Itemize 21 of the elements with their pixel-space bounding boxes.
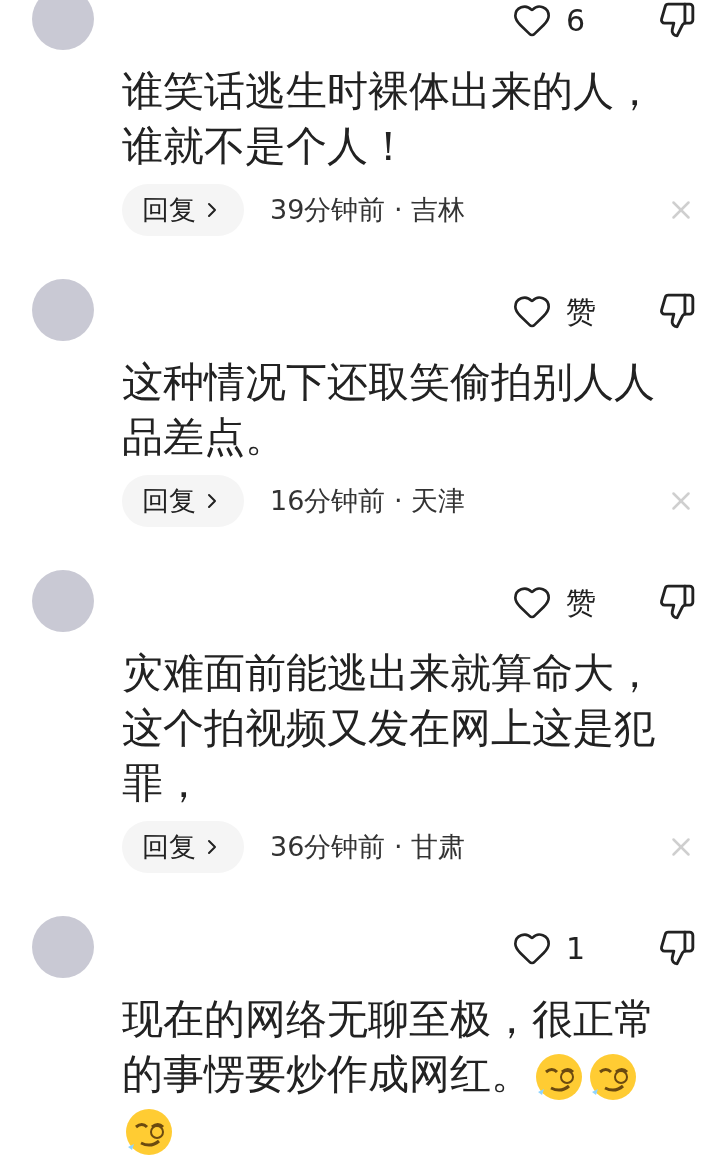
dislike-icon[interactable]	[658, 583, 696, 621]
dislike-icon[interactable]	[658, 929, 696, 967]
like-count: 赞	[566, 292, 597, 331]
reply-button[interactable]: 回复	[122, 821, 244, 873]
comment-time: 39分钟前 · 吉林	[270, 192, 466, 227]
comment-text: 现在的网络无聊至极，很正常的事愣要炒作成网红。	[122, 992, 670, 1155]
comment-time: 16分钟前 · 天津	[270, 483, 466, 518]
dislike-icon[interactable]	[658, 292, 696, 330]
smirk-emoji-icon	[588, 1052, 638, 1102]
like-count: 6	[566, 1, 587, 40]
comment-text: 灾难面前能逃出来就算命大，这个拍视频又发在网上这是犯罪，	[122, 648, 656, 809]
like-count: 赞	[566, 583, 597, 622]
smirk-emoji-icon	[534, 1052, 584, 1102]
comment-text: 谁笑话逃生时裸体出来的人，谁就不是个人！	[122, 66, 656, 172]
reply-button[interactable]: 回复	[122, 184, 244, 236]
dislike-icon[interactable]	[658, 1, 696, 39]
smirk-emoji-icon	[124, 1107, 174, 1155]
comment-text: 这种情况下还取笑偷拍别人人品差点。	[122, 357, 656, 463]
comment-time: 36分钟前 · 甘肃	[270, 829, 466, 864]
reply-button[interactable]: 回复	[122, 475, 244, 527]
like-count: 1	[566, 929, 587, 968]
